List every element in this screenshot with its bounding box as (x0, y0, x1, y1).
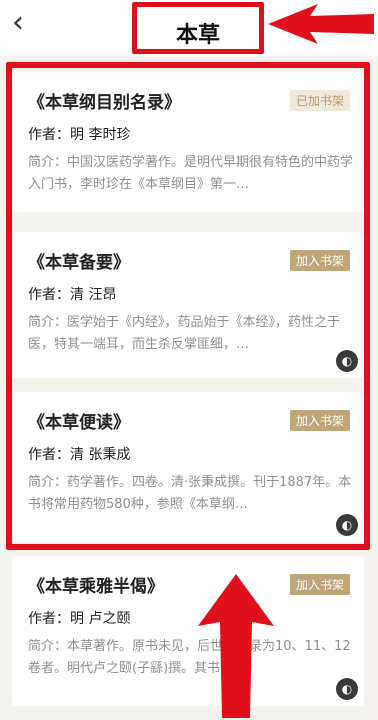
book-author: 作者：明 卢之颐 (28, 611, 131, 627)
annotation-arrow-left-icon (268, 4, 374, 44)
book-card[interactable]: 《本草乘雅半偈》 加入书架 作者：明 卢之颐 简介：本草著作。原书未见，后世存著… (12, 556, 364, 706)
top-bar: ‹ 本草 (0, 0, 378, 56)
title-highlight-box: 本草 (132, 2, 264, 54)
add-to-shelf-button[interactable]: 加入书架 (289, 574, 350, 595)
page-title: 本草 (175, 23, 220, 48)
chevron-left-icon[interactable]: ‹ (4, 6, 32, 40)
book-title: 《本草乘雅半偈》 (28, 577, 164, 597)
annotation-arrow-up-icon (198, 574, 274, 718)
annotation-highlight-box (6, 62, 370, 550)
listen-ear-icon[interactable]: ◐ (336, 678, 358, 700)
book-description: 简介：本草著作。原书未见，后世存著录为10、11、12卷者。明代卢之颐(子繇)撰… (28, 639, 351, 676)
